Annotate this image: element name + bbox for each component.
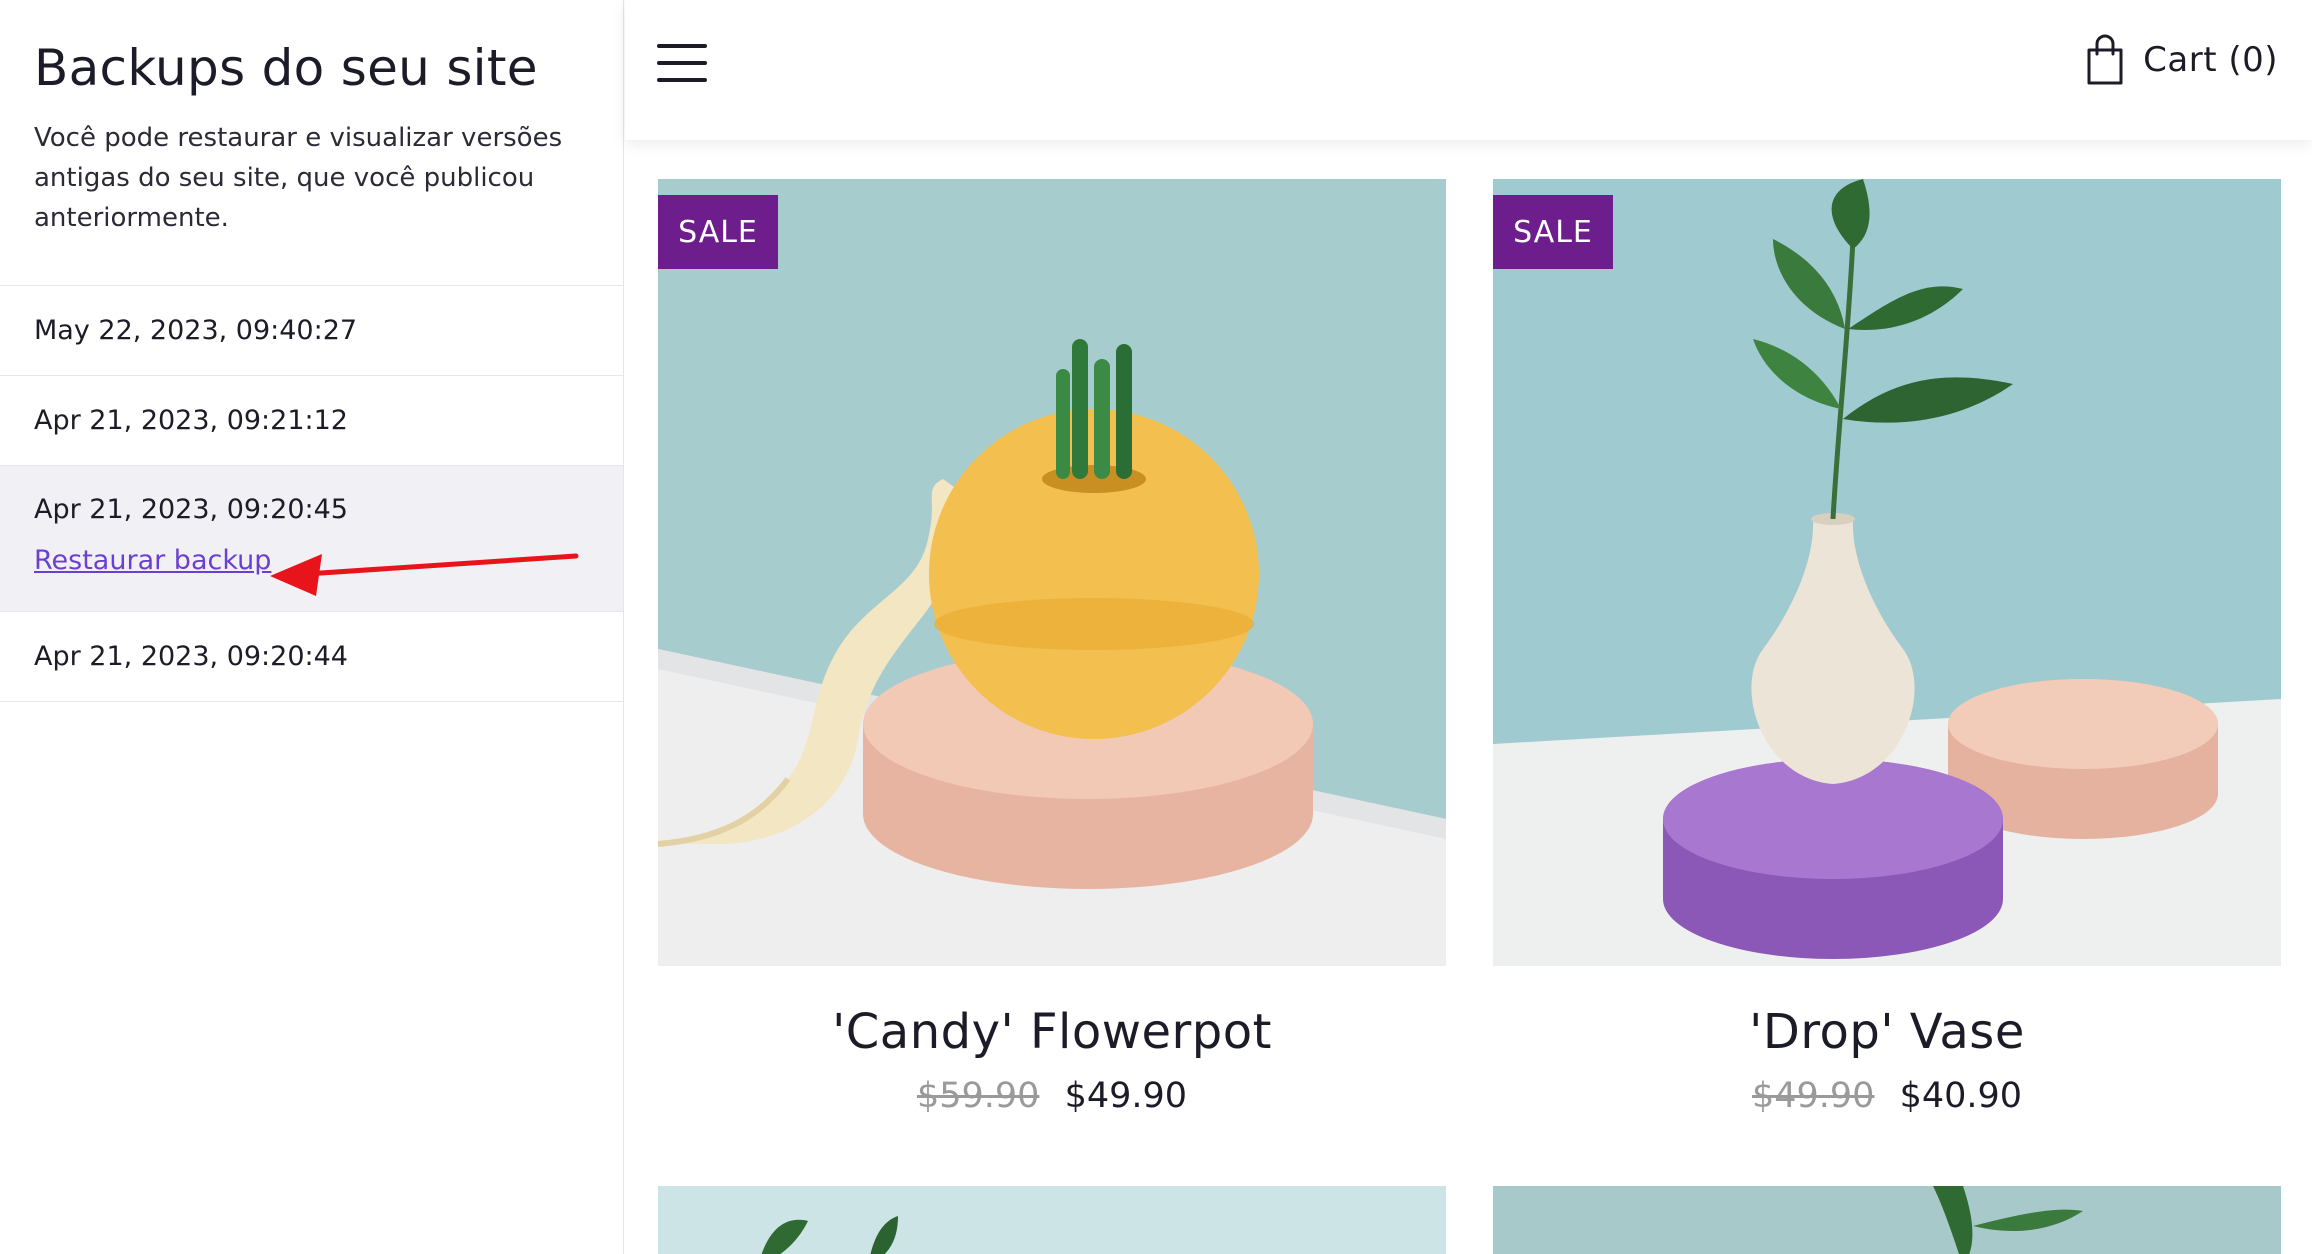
backup-item[interactable]: Apr 21, 2023, 09:20:44 (0, 612, 623, 702)
backups-header: Backups do seu site Você pode restaurar … (0, 0, 623, 286)
product-card[interactable]: SALE 'Candy' Flowerpot $59.90 $49.90 (658, 179, 1446, 1116)
backup-item[interactable]: Apr 21, 2023, 09:21:12 (0, 376, 623, 466)
product-image-drop-vase[interactable]: SALE (1493, 179, 2281, 966)
sale-price: $49.90 (1064, 1076, 1188, 1116)
cart-label: Cart (0) (2143, 40, 2278, 80)
annotation-arrow-icon (270, 553, 579, 596)
backup-item[interactable]: May 22, 2023, 09:40:27 (0, 286, 623, 376)
flowerpot-photo (658, 179, 1446, 966)
product-price: $59.90 $49.90 (658, 1076, 1446, 1116)
backup-timestamp: May 22, 2023, 09:40:27 (34, 315, 358, 346)
cart-button[interactable]: Cart (0) (2085, 34, 2278, 86)
product-image-partial (658, 1186, 1446, 1254)
original-price: $59.90 (916, 1076, 1040, 1116)
shopping-bag-icon (2087, 34, 2123, 85)
product-image-partial (1493, 1186, 2281, 1254)
panel-title: Backups do seu site (34, 39, 538, 97)
backup-timestamp: Apr 21, 2023, 09:20:45 (34, 494, 348, 525)
hamburger-menu-icon[interactable] (657, 44, 707, 82)
backup-timestamp: Apr 21, 2023, 09:20:44 (34, 641, 348, 672)
sale-price: $40.90 (1899, 1076, 2023, 1116)
backup-timestamp: Apr 21, 2023, 09:21:12 (34, 405, 348, 436)
backups-panel: Backups do seu site Você pode restaurar … (0, 0, 624, 1254)
original-price: $49.90 (1751, 1076, 1875, 1116)
product-name[interactable]: 'Drop' Vase (1493, 1004, 2281, 1060)
restore-backup-link[interactable]: Restaurar backup (34, 545, 271, 576)
panel-description: Você pode restaurar e visualizar versões… (34, 123, 563, 233)
product-image-candy-flowerpot[interactable]: SALE (658, 179, 1446, 966)
product-price: $49.90 $40.90 (1493, 1076, 2281, 1116)
product-grid: SALE 'Candy' Flowerpot $59.90 $49.90 SAL… (625, 140, 2312, 1254)
product-card-partial[interactable] (1493, 1186, 2281, 1254)
product-card[interactable]: SALE 'Drop' Vase $49.90 $40.90 (1493, 179, 2281, 1116)
sale-badge: SALE (658, 195, 778, 269)
product-card-partial[interactable] (658, 1186, 1446, 1254)
product-name[interactable]: 'Candy' Flowerpot (658, 1004, 1446, 1060)
store-header: Cart (0) (625, 0, 2312, 140)
sale-badge: SALE (1493, 195, 1613, 269)
vase-photo (1493, 179, 2281, 966)
